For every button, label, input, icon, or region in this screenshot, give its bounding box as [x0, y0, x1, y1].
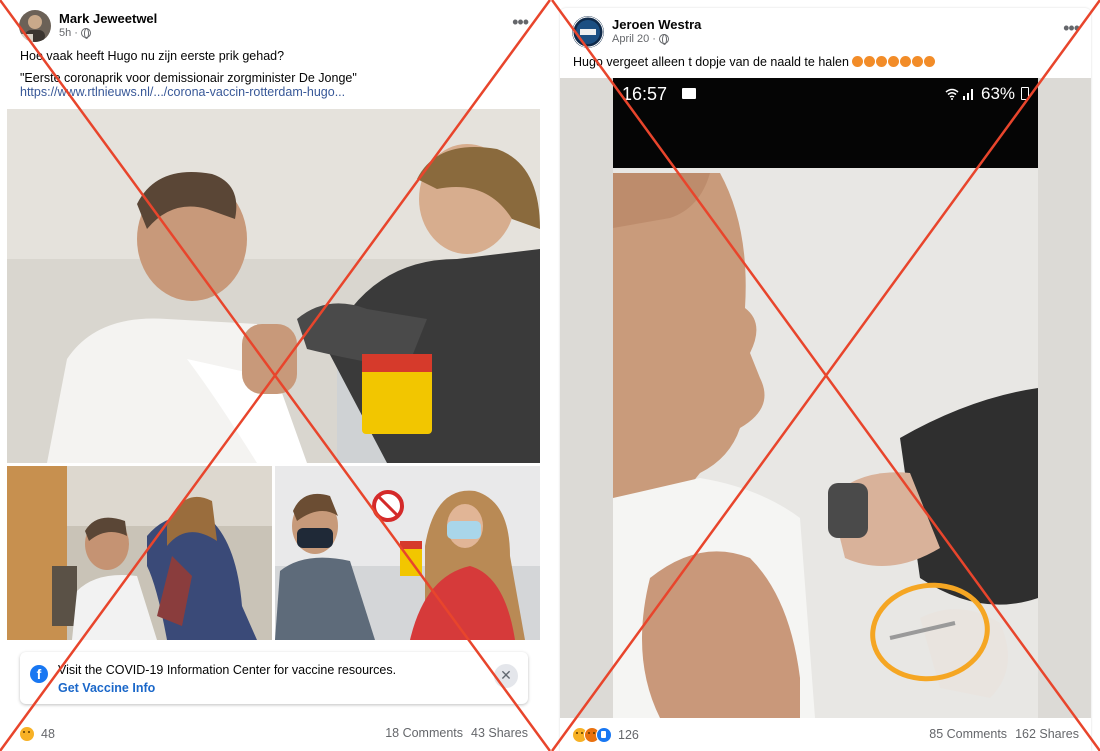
post-footer: 48 18 Comments 43 Shares — [19, 726, 528, 746]
post-header: Mark Jeweetwel 5h · ••• — [19, 10, 529, 44]
facebook-icon: f — [30, 665, 48, 683]
angry-emoji-icon — [888, 56, 900, 67]
covid-info-banner: f Visit the COVID-19 Information Center … — [20, 652, 528, 704]
like-icon — [596, 727, 612, 743]
reactions[interactable]: 48 — [19, 726, 55, 742]
author-name[interactable]: Jeroen Westra — [612, 17, 701, 32]
post-text: Hoe vaak heeft Hugo nu zijn eerste prik … — [20, 49, 285, 63]
post-meta: April 20 · — [612, 33, 669, 45]
photo-3[interactable] — [275, 466, 540, 640]
signal-icon — [962, 87, 976, 100]
reaction-count[interactable]: 48 — [41, 727, 55, 741]
author-name[interactable]: Mark Jeweetwel — [59, 11, 157, 26]
more-options-button[interactable]: ••• — [1063, 18, 1080, 39]
info-banner-text: Visit the COVID-19 Information Center fo… — [58, 663, 397, 677]
angry-emoji-icon — [900, 56, 912, 67]
phone-screenshot-photo[interactable]: 16:57 63% — [560, 78, 1091, 718]
wifi-icon — [945, 87, 959, 100]
haha-icon — [19, 726, 35, 742]
post-text-content: Hugo vergeet alleen t dopje van de naald… — [573, 55, 849, 69]
comments-count[interactable]: 18 Comments — [385, 726, 463, 740]
angry-emoji-icon — [852, 56, 864, 67]
more-options-button[interactable]: ••• — [512, 12, 529, 33]
post-footer: 126 85 Comments 162 Shares — [572, 727, 1079, 747]
comments-count[interactable]: 85 Comments — [929, 727, 1007, 741]
reaction-count[interactable]: 126 — [618, 728, 639, 742]
angry-emoji-icon — [924, 56, 936, 67]
globe-icon — [658, 34, 669, 45]
avatar[interactable] — [572, 16, 604, 48]
post-right: Jeroen Westra April 20 · ••• Hugo vergee… — [560, 8, 1091, 751]
engagement-counts: 18 Comments 43 Shares — [385, 726, 528, 740]
photo-2[interactable] — [7, 466, 272, 640]
globe-icon — [80, 28, 91, 39]
post-left: Mark Jeweetwel 5h · ••• Hoe vaak heeft H… — [7, 0, 540, 751]
angry-emoji-row — [852, 55, 936, 69]
shares-count[interactable]: 162 Shares — [1015, 727, 1079, 741]
angry-emoji-icon — [876, 56, 888, 67]
post-time[interactable]: April 20 — [612, 33, 649, 45]
post-quote: "Eerste coronaprik voor demissionair zor… — [20, 71, 357, 85]
angry-emoji-icon — [864, 56, 876, 67]
angry-emoji-icon — [912, 56, 924, 67]
post-text: Hugo vergeet alleen t dopje van de naald… — [573, 55, 936, 69]
post-header: Jeroen Westra April 20 · ••• — [572, 16, 1080, 50]
main-photo[interactable] — [7, 109, 540, 463]
battery-icon — [1021, 87, 1029, 100]
post-meta: 5h · — [59, 27, 91, 39]
phone-battery-percent: 63% — [981, 84, 1016, 103]
folder-icon — [682, 88, 696, 99]
get-vaccine-info-link[interactable]: Get Vaccine Info — [58, 681, 155, 695]
phone-status-time: 16:57 — [622, 84, 668, 104]
close-icon[interactable]: ✕ — [494, 664, 518, 688]
avatar[interactable] — [19, 10, 51, 42]
post-time[interactable]: 5h — [59, 27, 71, 39]
shares-count[interactable]: 43 Shares — [471, 726, 528, 740]
engagement-counts: 85 Comments 162 Shares — [929, 727, 1079, 741]
post-link[interactable]: https://www.rtlnieuws.nl/.../corona-vacc… — [20, 85, 345, 99]
reactions[interactable]: 126 — [572, 727, 639, 743]
